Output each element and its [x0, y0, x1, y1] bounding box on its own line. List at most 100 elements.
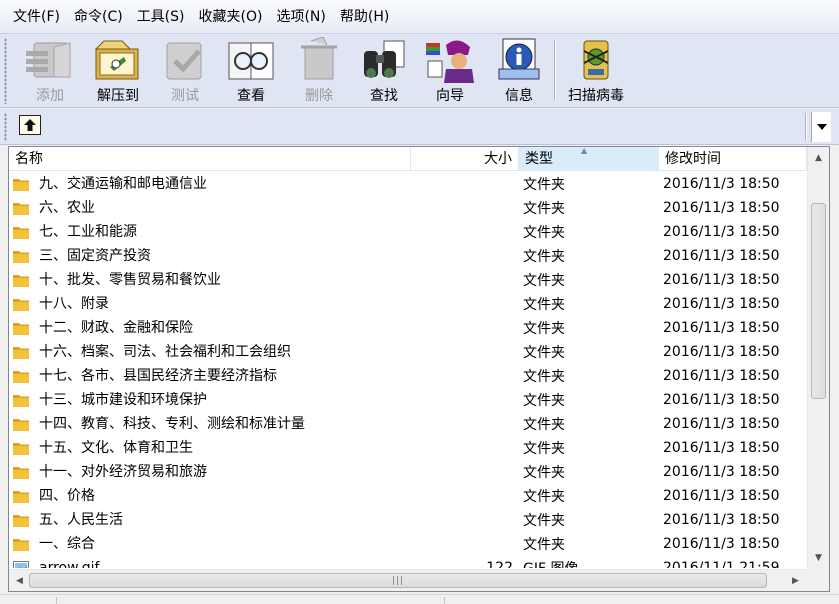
view-button[interactable]: 查看: [222, 34, 280, 106]
folder-icon: [13, 491, 29, 503]
vertical-scroll-thumb[interactable]: [811, 203, 826, 399]
column-header-size[interactable]: 大小: [411, 147, 519, 171]
table-row[interactable]: 九、交通运输和邮电通信业 文件夹 2016/11/3 18:50: [9, 172, 807, 196]
file-modified: 2016/11/1 21:59: [663, 560, 780, 568]
table-row[interactable]: 十六、档案、司法、社会福利和工会组织 文件夹 2016/11/3 18:50: [9, 340, 807, 364]
file-type: 文件夹: [523, 465, 565, 481]
horizontal-scrollbar[interactable]: ◀ ||| ▶: [9, 569, 807, 591]
file-type: 文件夹: [523, 177, 565, 193]
wizard-icon: [424, 36, 476, 84]
extract-to-button[interactable]: 解压到: [88, 34, 148, 106]
file-modified: 2016/11/3 18:50: [663, 344, 780, 360]
folder-icon: [13, 251, 29, 263]
folder-icon: [13, 371, 29, 383]
table-row[interactable]: 十八、附录 文件夹 2016/11/3 18:50: [9, 292, 807, 316]
folder-icon: [13, 179, 29, 191]
address-bar-grip[interactable]: [4, 113, 7, 141]
table-row[interactable]: 三、固定资产投资 文件夹 2016/11/3 18:50: [9, 244, 807, 268]
add-button[interactable]: 添加: [22, 34, 78, 106]
find-button[interactable]: 查找: [356, 34, 412, 106]
file-name: 十七、各市、县国民经济主要经济指标: [39, 368, 277, 384]
file-modified: 2016/11/3 18:50: [663, 272, 780, 288]
file-name: arrow.gif: [39, 560, 100, 568]
file-modified: 2016/11/3 18:50: [663, 488, 780, 504]
sort-ascending-icon: ▲: [581, 146, 588, 155]
file-name: 十一、对外经济贸易和旅游: [39, 464, 207, 480]
folder-icon: [13, 227, 29, 239]
virus-scan-icon: [570, 36, 622, 84]
menu-options[interactable]: 选项(N): [269, 7, 332, 27]
scroll-down-button[interactable]: ▼: [810, 549, 827, 567]
table-row[interactable]: 十三、城市建设和环境保护 文件夹 2016/11/3 18:50: [9, 388, 807, 412]
file-type: 文件夹: [523, 393, 565, 409]
table-row[interactable]: 十、批发、零售贸易和餐饮业 文件夹 2016/11/3 18:50: [9, 268, 807, 292]
file-name: 四、价格: [39, 488, 95, 504]
view-icon: [225, 36, 277, 84]
column-header-modified[interactable]: 修改时间: [659, 147, 807, 171]
test-button[interactable]: 测试: [158, 34, 212, 106]
virus-scan-button[interactable]: 扫描病毒: [562, 34, 630, 106]
address-dropdown-button[interactable]: [811, 112, 831, 142]
menu-help[interactable]: 帮助(H): [333, 7, 396, 27]
image-file-icon: [13, 561, 29, 568]
menu-file[interactable]: 文件(F): [6, 7, 67, 27]
info-button[interactable]: 信息: [492, 34, 546, 106]
test-icon: [159, 36, 211, 84]
file-name: 十三、城市建设和环境保护: [39, 392, 207, 408]
wizard-button[interactable]: 向导: [422, 34, 478, 106]
column-header-type[interactable]: 类型 ▲: [519, 147, 659, 171]
status-bar: [0, 594, 839, 604]
test-button-label: 测试: [171, 88, 199, 104]
file-name: 一、综合: [39, 536, 95, 552]
table-row[interactable]: 五、人民生活 文件夹 2016/11/3 18:50: [9, 508, 807, 532]
cell-name: 九、交通运输和邮电通信业: [9, 172, 411, 196]
scrollbar-corner: [807, 569, 829, 591]
delete-button[interactable]: 删除: [292, 34, 346, 106]
table-row[interactable]: arrow.gif 122 GIF 图像 2016/11/1 21:59: [9, 556, 807, 568]
toolbar-grip[interactable]: [4, 38, 7, 104]
horizontal-scroll-thumb[interactable]: |||: [29, 573, 767, 588]
scroll-up-button[interactable]: ▲: [810, 149, 827, 167]
table-row[interactable]: 十七、各市、县国民经济主要经济指标 文件夹 2016/11/3 18:50: [9, 364, 807, 388]
vertical-scrollbar[interactable]: ▲ ▼: [807, 147, 829, 569]
folder-icon: [13, 299, 29, 311]
cell-name: 十二、财政、金融和保险: [9, 316, 411, 340]
column-header-type-label: 类型: [525, 151, 553, 167]
up-folder-button[interactable]: [19, 115, 41, 135]
file-type: 文件夹: [523, 417, 565, 433]
table-row[interactable]: 七、工业和能源 文件夹 2016/11/3 18:50: [9, 220, 807, 244]
file-modified: 2016/11/3 18:50: [663, 512, 780, 528]
cell-name: 一、综合: [9, 532, 411, 556]
menu-tools[interactable]: 工具(S): [130, 7, 192, 27]
file-modified: 2016/11/3 18:50: [663, 368, 780, 384]
table-row[interactable]: 一、综合 文件夹 2016/11/3 18:50: [9, 532, 807, 556]
file-name: 十六、档案、司法、社会福利和工会组织: [39, 344, 291, 360]
file-modified: 2016/11/3 18:50: [663, 248, 780, 264]
scroll-left-button[interactable]: ◀: [11, 572, 28, 590]
file-modified: 2016/11/3 18:50: [663, 536, 780, 552]
file-modified: 2016/11/3 18:50: [663, 320, 780, 336]
cell-name: 五、人民生活: [9, 508, 411, 532]
folder-icon: [13, 275, 29, 287]
find-icon: [358, 36, 410, 84]
extract-to-button-label: 解压到: [97, 88, 139, 104]
menu-favorites[interactable]: 收藏夹(O): [192, 7, 270, 27]
table-row[interactable]: 十一、对外经济贸易和旅游 文件夹 2016/11/3 18:50: [9, 460, 807, 484]
file-type: 文件夹: [523, 249, 565, 265]
folder-icon: [13, 419, 29, 431]
table-row[interactable]: 十五、文化、体育和卫生 文件夹 2016/11/3 18:50: [9, 436, 807, 460]
menu-commands[interactable]: 命令(C): [67, 7, 130, 27]
table-row[interactable]: 四、价格 文件夹 2016/11/3 18:50: [9, 484, 807, 508]
cell-name: 七、工业和能源: [9, 220, 411, 244]
status-separator: [56, 597, 57, 604]
file-type: 文件夹: [523, 441, 565, 457]
folder-icon: [13, 347, 29, 359]
scroll-right-button[interactable]: ▶: [787, 572, 804, 590]
column-header-name[interactable]: 名称: [9, 147, 411, 171]
address-input[interactable]: [48, 112, 808, 142]
table-row[interactable]: 十二、财政、金融和保险 文件夹 2016/11/3 18:50: [9, 316, 807, 340]
table-row[interactable]: 六、农业 文件夹 2016/11/3 18:50: [9, 196, 807, 220]
table-row[interactable]: 十四、教育、科技、专利、测绘和标准计量 文件夹 2016/11/3 18:50: [9, 412, 807, 436]
file-type: 文件夹: [523, 345, 565, 361]
file-modified: 2016/11/3 18:50: [663, 224, 780, 240]
